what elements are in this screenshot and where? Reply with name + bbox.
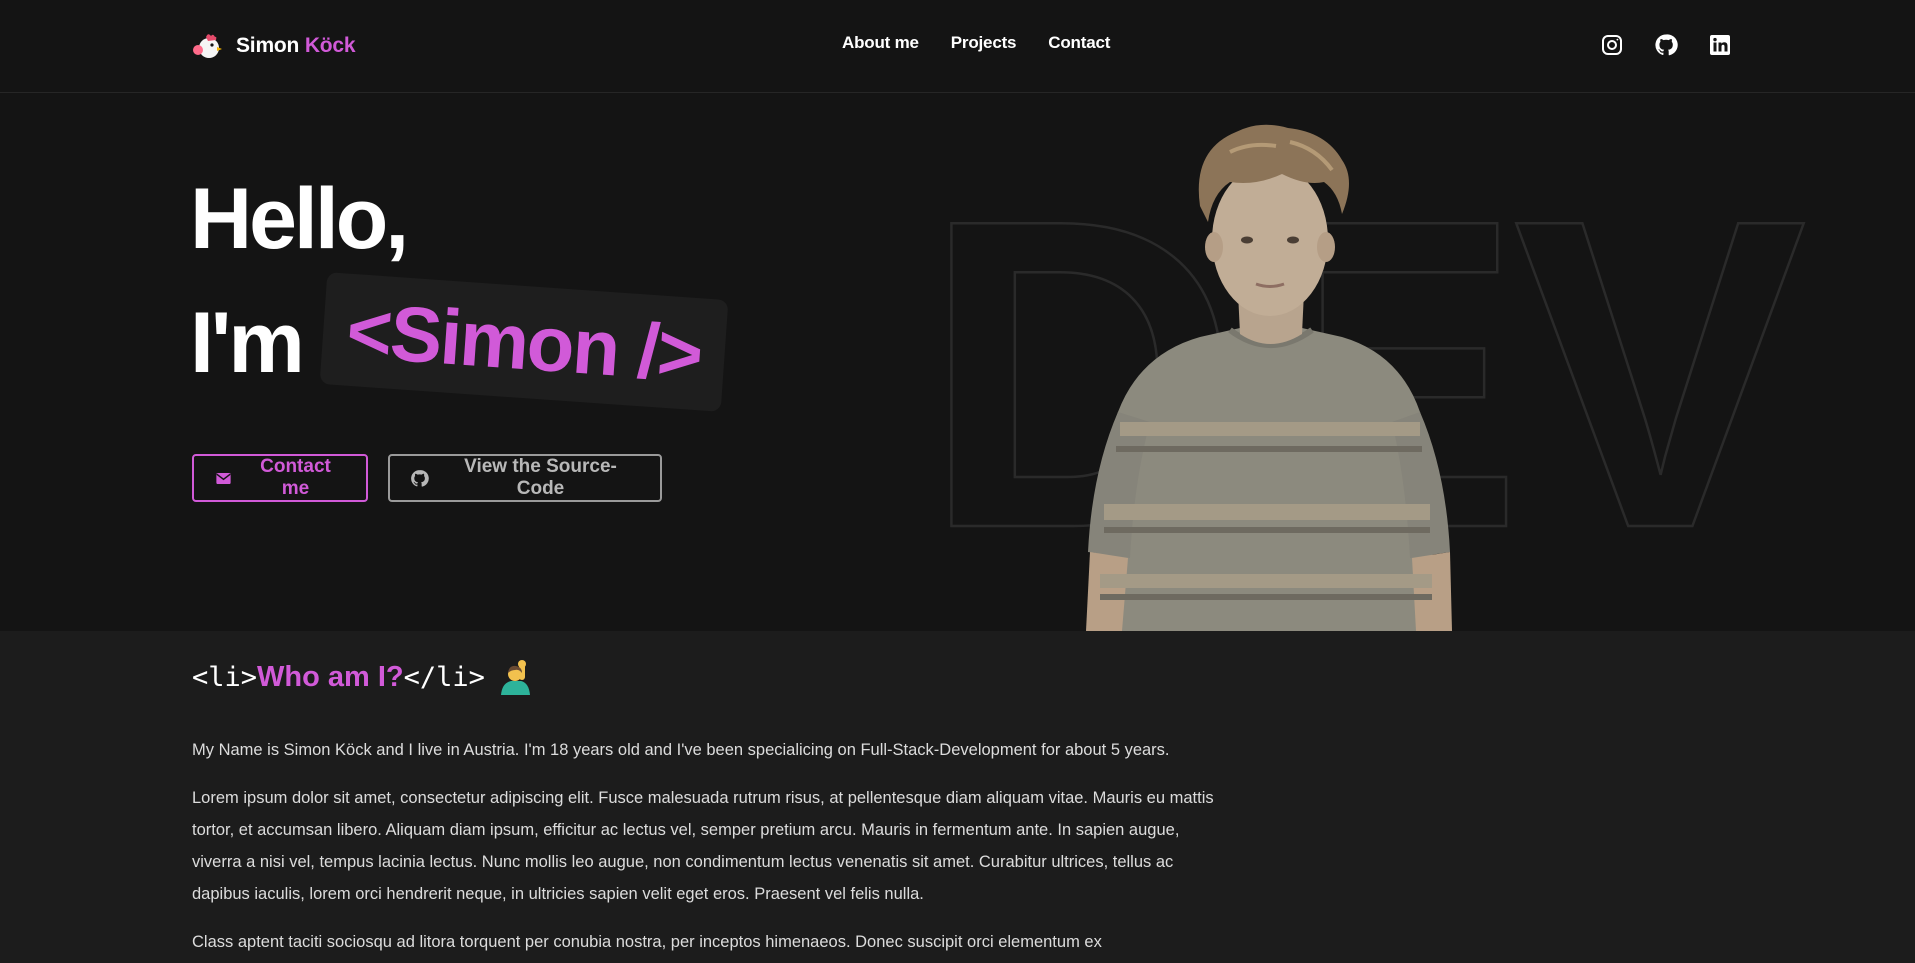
brand-last-name: Köck xyxy=(304,34,356,57)
nav-links: About me Projects Contact xyxy=(842,33,1110,53)
name-tag-text: <Simon /> xyxy=(343,285,705,399)
name-tag-badge: <Simon /> xyxy=(319,272,729,412)
linkedin-link[interactable] xyxy=(1708,33,1732,57)
brand-first-name: Simon xyxy=(236,34,300,57)
nav-link-contact[interactable]: Contact xyxy=(1048,33,1110,53)
brand-home-link[interactable]: Simon Köck xyxy=(192,29,356,63)
rooster-logo-icon xyxy=(193,34,222,58)
github-icon xyxy=(411,469,429,487)
instagram-icon xyxy=(1602,35,1622,55)
profile-portrait-image xyxy=(1086,124,1452,631)
github-link[interactable] xyxy=(1654,33,1678,57)
top-navigation: Simon Köck About me Projects Contact xyxy=(0,0,1915,93)
instagram-link[interactable] xyxy=(1600,33,1624,57)
linkedin-icon xyxy=(1710,35,1730,55)
about-title: <li> Who am I? </li> xyxy=(192,657,533,697)
nav-link-projects[interactable]: Projects xyxy=(951,33,1017,53)
brand-name: Simon Köck xyxy=(236,34,356,58)
hero-intro: I'm xyxy=(190,295,305,391)
about-paragraph: My Name is Simon Köck and I live in Aust… xyxy=(192,741,1170,759)
li-close-tag: </li> xyxy=(403,661,485,693)
contact-me-button[interactable]: Contact me xyxy=(192,454,368,502)
about-paragraph: Lorem ipsum dolor sit amet, consectetur … xyxy=(192,789,1214,903)
social-links xyxy=(1600,33,1732,57)
github-icon xyxy=(1655,34,1678,56)
person-raising-hand-icon xyxy=(500,660,530,695)
about-paragraph: Class aptent taciti sociosqu ad litora t… xyxy=(192,933,1102,951)
hero-section: DEV Hello, I'm <Simon /> Contact me View… xyxy=(0,94,1915,631)
contact-me-label: Contact me xyxy=(260,456,331,499)
envelope-icon xyxy=(216,472,231,484)
hero-greeting: Hello, xyxy=(190,171,409,267)
nav-link-about[interactable]: About me xyxy=(842,33,919,53)
about-title-text: Who am I? xyxy=(257,660,404,693)
view-source-button[interactable]: View the Source-Code xyxy=(388,454,662,502)
view-source-label: View the Source-Code xyxy=(464,456,617,499)
about-section: <li> Who am I? </li> My Name is Simon Köck… xyxy=(0,631,1915,963)
li-open-tag: <li> xyxy=(192,661,258,693)
